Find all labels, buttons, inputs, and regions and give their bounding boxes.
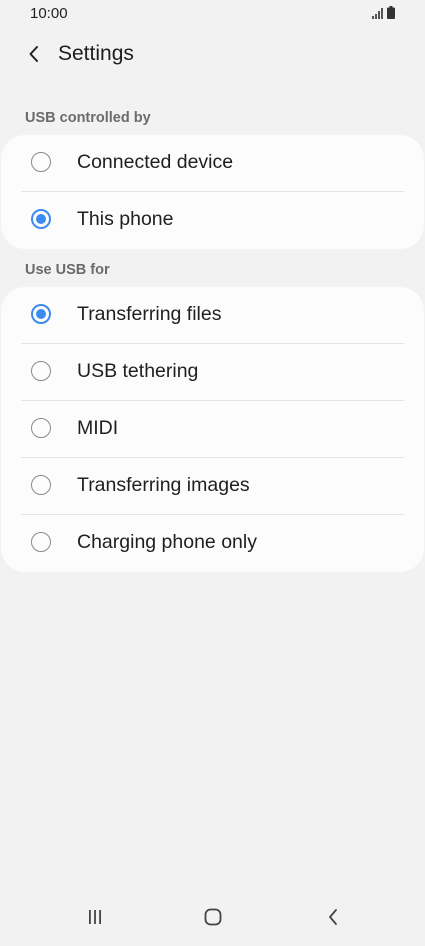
system-back-button[interactable] [313, 902, 353, 932]
option-label: Connected device [77, 151, 234, 173]
radio-button[interactable] [31, 418, 51, 438]
radio-button[interactable] [31, 532, 51, 552]
page-title: Settings [58, 42, 134, 65]
signal-icon [372, 8, 383, 19]
option-connected-device[interactable]: Connected device [1, 135, 424, 192]
option-label: Transferring files [77, 303, 222, 325]
option-label: MIDI [77, 417, 119, 439]
chevron-left-icon [29, 46, 38, 62]
option-transferring-files[interactable]: Transferring files [1, 287, 424, 344]
option-transferring-images[interactable]: Transferring images [1, 458, 424, 515]
recent-apps-button[interactable] [75, 902, 115, 932]
option-midi[interactable]: MIDI [1, 401, 424, 458]
option-label: This phone [77, 208, 174, 230]
battery-icon [387, 6, 395, 19]
status-icons [372, 6, 395, 19]
use-usb-for-card: Transferring files USB tethering MIDI Tr… [1, 287, 424, 572]
radio-button[interactable] [31, 152, 51, 172]
section-header-use-usb-for: Use USB for [25, 262, 110, 278]
status-time: 10:00 [30, 5, 68, 22]
status-bar: 10:00 [0, 0, 425, 28]
home-icon [204, 908, 222, 926]
section-header-usb-controlled-by: USB controlled by [25, 110, 151, 126]
app-bar: Settings [0, 30, 425, 80]
option-label: USB tethering [77, 360, 199, 382]
navigation-bar [0, 894, 425, 946]
back-button[interactable] [18, 38, 50, 70]
home-button[interactable] [193, 902, 233, 932]
radio-button[interactable] [31, 361, 51, 381]
recent-apps-icon [89, 910, 101, 924]
back-icon [329, 909, 337, 925]
option-label: Charging phone only [77, 531, 257, 553]
option-this-phone[interactable]: This phone [1, 192, 424, 249]
radio-button[interactable] [31, 209, 51, 229]
radio-button[interactable] [31, 304, 51, 324]
option-usb-tethering[interactable]: USB tethering [1, 344, 424, 401]
option-label: Transferring images [77, 474, 250, 496]
option-charging-phone-only[interactable]: Charging phone only [1, 515, 424, 572]
usb-controlled-by-card: Connected device This phone [1, 135, 424, 249]
radio-button[interactable] [31, 475, 51, 495]
